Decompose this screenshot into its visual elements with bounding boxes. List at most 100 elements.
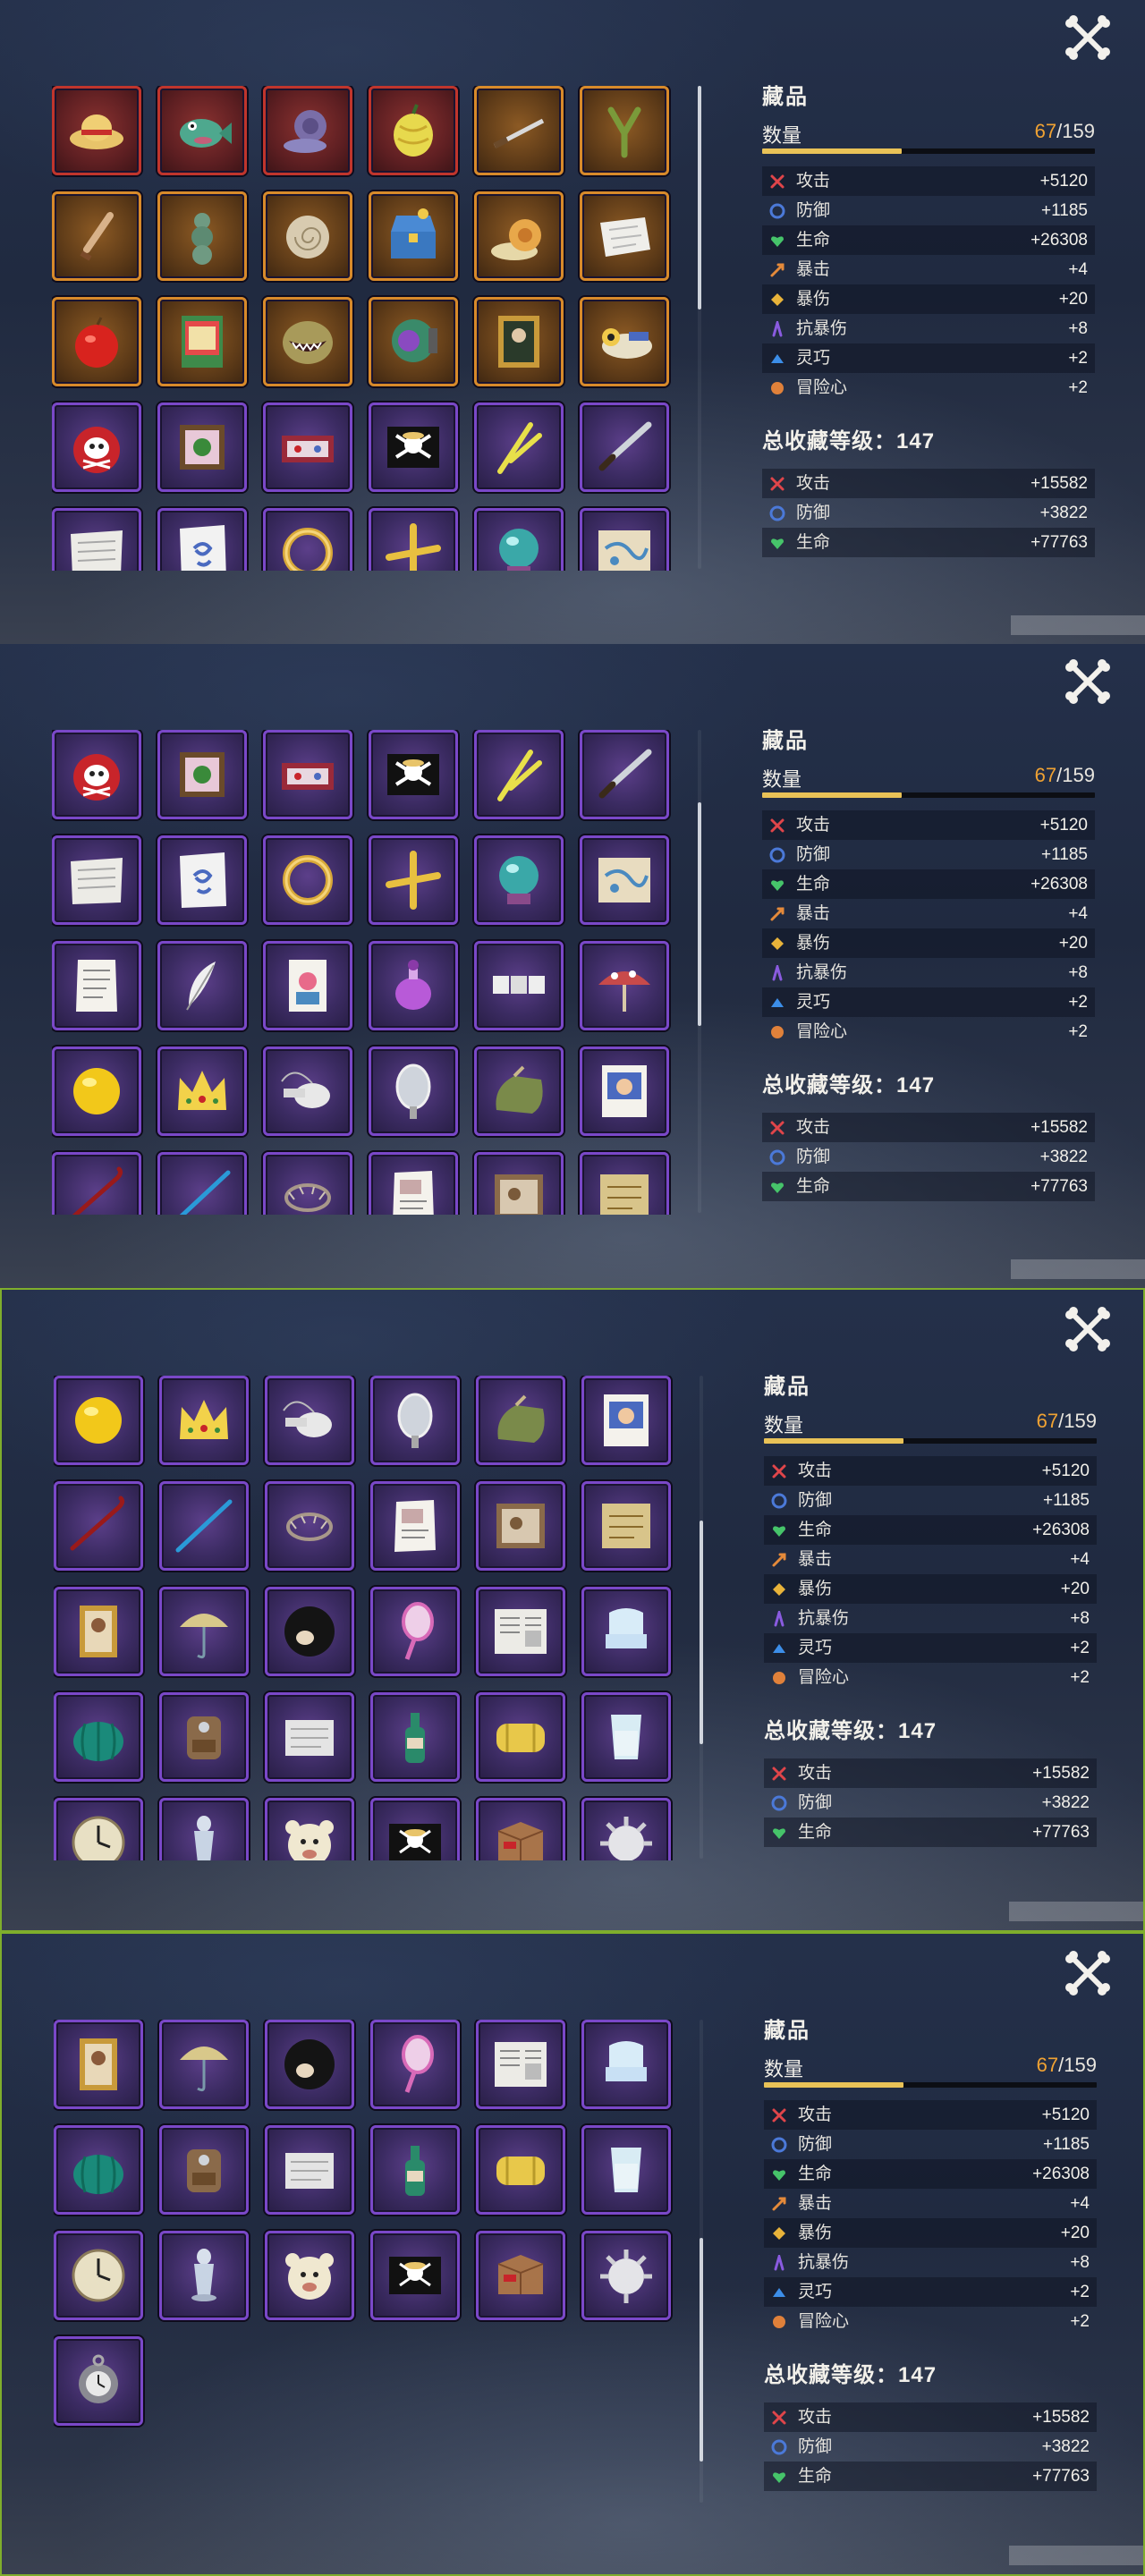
collection-item-slot[interactable] <box>474 402 564 492</box>
collection-item-slot[interactable] <box>474 297 564 386</box>
scrollbar-thumb[interactable] <box>698 802 701 1027</box>
collection-item-slot[interactable] <box>370 2125 460 2215</box>
scrollbar-thumb[interactable] <box>700 2237 703 2462</box>
collection-item-slot[interactable] <box>263 730 352 819</box>
collection-item-slot[interactable] <box>580 191 669 281</box>
collection-item-slot[interactable] <box>369 86 458 175</box>
collection-item-slot[interactable] <box>369 508 458 571</box>
collection-item-slot[interactable] <box>52 402 141 492</box>
collection-item-slot[interactable] <box>54 2020 143 2109</box>
collection-item-slot[interactable] <box>581 1481 671 1571</box>
collection-item-slot[interactable] <box>265 2020 354 2109</box>
collection-item-slot[interactable] <box>54 2125 143 2215</box>
close-crossbones-button[interactable] <box>1063 13 1113 63</box>
collection-item-slot[interactable] <box>581 2020 671 2109</box>
collection-item-slot[interactable] <box>265 1692 354 1782</box>
collection-item-slot[interactable] <box>580 1046 669 1136</box>
collection-item-slot[interactable] <box>265 1481 354 1571</box>
collection-item-slot[interactable] <box>54 1692 143 1782</box>
collection-item-slot[interactable] <box>159 1798 249 1860</box>
collection-item-slot[interactable] <box>157 191 247 281</box>
scrollbar-thumb[interactable] <box>698 86 701 309</box>
collection-item-slot[interactable] <box>580 835 669 925</box>
collection-item-slot[interactable] <box>263 508 352 571</box>
collection-item-slot[interactable] <box>159 1587 249 1676</box>
collection-item-slot[interactable] <box>157 941 247 1030</box>
collection-item-slot[interactable] <box>52 1046 141 1136</box>
collection-item-slot[interactable] <box>157 86 247 175</box>
collection-item-slot[interactable] <box>52 297 141 386</box>
collection-item-slot[interactable] <box>54 1481 143 1571</box>
collection-item-slot[interactable] <box>52 1152 141 1215</box>
collection-item-slot[interactable] <box>265 2125 354 2215</box>
collection-item-slot[interactable] <box>581 1587 671 1676</box>
collection-item-slot[interactable] <box>54 1587 143 1676</box>
collection-item-slot[interactable] <box>476 1481 565 1571</box>
close-crossbones-button[interactable] <box>1063 1304 1113 1354</box>
collection-item-slot[interactable] <box>369 402 458 492</box>
collection-item-slot[interactable] <box>581 1798 671 1860</box>
collection-item-slot[interactable] <box>369 1046 458 1136</box>
collection-item-slot[interactable] <box>369 941 458 1030</box>
collection-item-slot[interactable] <box>263 402 352 492</box>
collection-item-slot[interactable] <box>474 508 564 571</box>
collection-item-slot[interactable] <box>476 1692 565 1782</box>
collection-item-slot[interactable] <box>157 1152 247 1215</box>
collection-item-slot[interactable] <box>263 835 352 925</box>
collection-item-slot[interactable] <box>474 730 564 819</box>
scrollbar-thumb[interactable] <box>700 1521 703 1745</box>
collection-item-slot[interactable] <box>263 191 352 281</box>
collection-item-slot[interactable] <box>474 835 564 925</box>
collection-item-slot[interactable] <box>54 2231 143 2320</box>
collection-item-slot[interactable] <box>52 191 141 281</box>
collection-item-slot[interactable] <box>159 1376 249 1465</box>
collection-item-slot[interactable] <box>581 2231 671 2320</box>
close-crossbones-button[interactable] <box>1063 1948 1113 1998</box>
collection-item-slot[interactable] <box>370 2020 460 2109</box>
scrollbar[interactable] <box>698 730 701 1213</box>
close-crossbones-button[interactable] <box>1063 657 1113 707</box>
collection-item-slot[interactable] <box>263 297 352 386</box>
collection-item-slot[interactable] <box>157 402 247 492</box>
collection-item-slot[interactable] <box>369 730 458 819</box>
collection-item-slot[interactable] <box>580 730 669 819</box>
collection-item-slot[interactable] <box>265 1587 354 1676</box>
collection-item-slot[interactable] <box>476 1587 565 1676</box>
collection-item-slot[interactable] <box>52 508 141 571</box>
collection-item-slot[interactable] <box>370 1587 460 1676</box>
collection-item-slot[interactable] <box>580 508 669 571</box>
collection-item-slot[interactable] <box>54 1376 143 1465</box>
collection-item-slot[interactable] <box>369 1152 458 1215</box>
collection-item-slot[interactable] <box>263 941 352 1030</box>
collection-item-slot[interactable] <box>370 2231 460 2320</box>
collection-item-slot[interactable] <box>265 2231 354 2320</box>
collection-item-slot[interactable] <box>580 402 669 492</box>
item-grid-viewport[interactable] <box>52 730 678 1215</box>
collection-item-slot[interactable] <box>369 191 458 281</box>
item-grid-viewport[interactable] <box>52 86 678 571</box>
collection-item-slot[interactable] <box>474 86 564 175</box>
collection-item-slot[interactable] <box>159 2231 249 2320</box>
collection-item-slot[interactable] <box>157 508 247 571</box>
collection-item-slot[interactable] <box>476 1376 565 1465</box>
collection-item-slot[interactable] <box>157 297 247 386</box>
collection-item-slot[interactable] <box>581 1692 671 1782</box>
collection-item-slot[interactable] <box>476 2231 565 2320</box>
collection-item-slot[interactable] <box>52 941 141 1030</box>
collection-item-slot[interactable] <box>54 1798 143 1860</box>
collection-item-slot[interactable] <box>474 191 564 281</box>
collection-item-slot[interactable] <box>265 1798 354 1860</box>
collection-item-slot[interactable] <box>52 835 141 925</box>
collection-item-slot[interactable] <box>159 2020 249 2109</box>
collection-item-slot[interactable] <box>476 2125 565 2215</box>
collection-item-slot[interactable] <box>369 297 458 386</box>
collection-item-slot[interactable] <box>157 730 247 819</box>
collection-item-slot[interactable] <box>263 1152 352 1215</box>
collection-item-slot[interactable] <box>159 2125 249 2215</box>
collection-item-slot[interactable] <box>580 297 669 386</box>
collection-item-slot[interactable] <box>580 1152 669 1215</box>
collection-item-slot[interactable] <box>370 1481 460 1571</box>
collection-item-slot[interactable] <box>474 1046 564 1136</box>
collection-item-slot[interactable] <box>581 2125 671 2215</box>
scrollbar[interactable] <box>698 86 701 569</box>
